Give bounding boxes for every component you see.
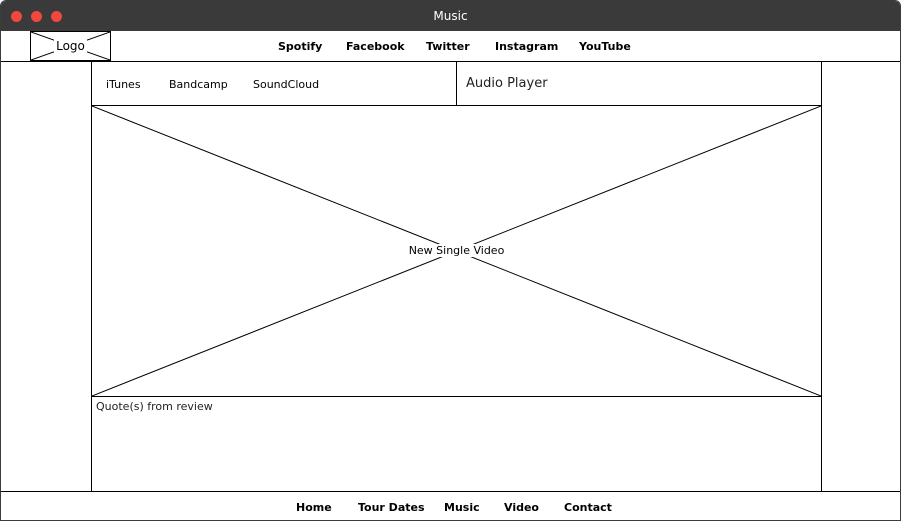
store-link-bandcamp[interactable]: Bandcamp xyxy=(169,78,228,91)
top-navigation: Logo Spotify Facebook Twitter Instagram … xyxy=(1,31,900,62)
nav-link-facebook[interactable]: Facebook xyxy=(346,40,405,53)
window-title: Music xyxy=(433,9,468,23)
footer-link-contact[interactable]: Contact xyxy=(564,501,612,514)
logo-placeholder[interactable]: Logo xyxy=(30,31,111,61)
nav-link-instagram[interactable]: Instagram xyxy=(495,40,558,53)
audio-player-label: Audio Player xyxy=(466,76,548,91)
review-quotes: Quote(s) from review xyxy=(96,400,213,413)
main-content: iTunes Bandcamp SoundCloud Audio Player … xyxy=(91,62,822,492)
footer-navigation: Home Tour Dates Music Video Contact xyxy=(1,491,900,520)
logo-label: Logo xyxy=(54,39,87,53)
nav-link-youtube[interactable]: YouTube xyxy=(579,40,631,53)
nav-link-spotify[interactable]: Spotify xyxy=(278,40,322,53)
nav-link-twitter[interactable]: Twitter xyxy=(426,40,470,53)
title-bar: Music xyxy=(1,1,900,31)
audio-player[interactable]: Audio Player xyxy=(457,62,821,106)
store-link-itunes[interactable]: iTunes xyxy=(106,78,141,91)
video-placeholder[interactable]: New Single Video xyxy=(92,106,821,397)
store-links: iTunes Bandcamp SoundCloud xyxy=(92,62,457,106)
app-window: Music Logo Spotify Facebook Twitter Inst… xyxy=(0,0,901,521)
video-label: New Single Video xyxy=(406,244,507,257)
footer-link-tour-dates[interactable]: Tour Dates xyxy=(358,501,425,514)
store-link-soundcloud[interactable]: SoundCloud xyxy=(253,78,319,91)
footer-link-music[interactable]: Music xyxy=(444,501,480,514)
footer-link-home[interactable]: Home xyxy=(296,501,332,514)
footer-link-video[interactable]: Video xyxy=(504,501,539,514)
